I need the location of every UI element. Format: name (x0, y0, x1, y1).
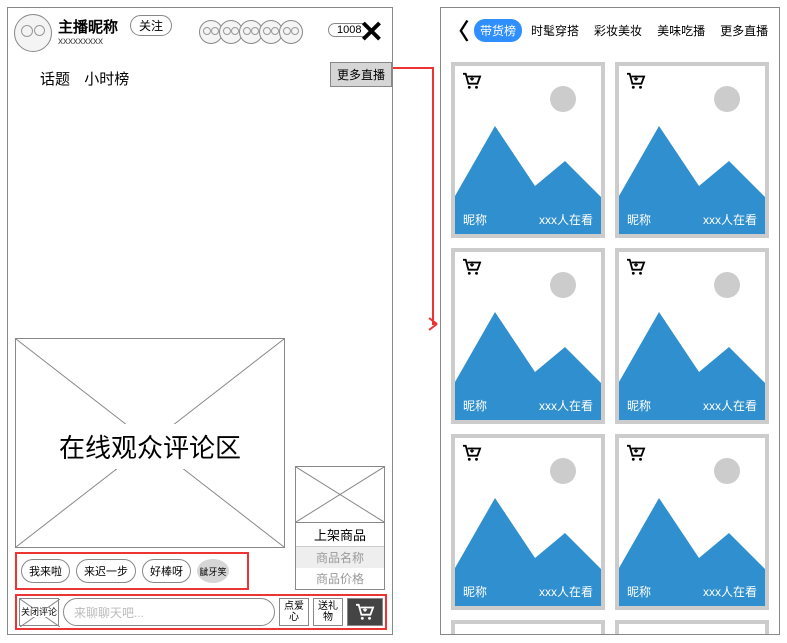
cart-button[interactable] (347, 598, 383, 626)
stream-card-grid: 昵称 xxx人在看 昵称 xxx人在看 昵称 xxx人在看 昵称 xxx人在看 昵称 xx… (441, 52, 779, 635)
topics-row: 话题 小时榜 (40, 68, 139, 89)
tab-sales-rank[interactable]: 带货榜 (474, 19, 522, 42)
tab-beauty[interactable]: 彩妆美妆 (588, 19, 648, 42)
host-name: 主播昵称 (58, 16, 118, 37)
stream-card[interactable]: 昵称 xxx人在看 (451, 62, 605, 238)
stream-nickname: 昵称 (463, 211, 487, 228)
more-live-button[interactable]: 更多直播 (330, 62, 392, 87)
stream-card[interactable]: 昵称 xxx人在看 (615, 248, 769, 424)
stream-viewers: xxx人在看 (539, 211, 593, 228)
stream-viewers: xxx人在看 (539, 397, 593, 414)
more-live-screen: 〈 带货榜 时髦穿搭 彩妆美妆 美味吃播 更多直播 昵称 xxx人在看 昵称 xxx… (440, 7, 780, 635)
gift-button[interactable]: 送礼物 (313, 598, 343, 626)
tab-more[interactable]: 更多直播 (714, 19, 774, 42)
close-comment-button[interactable]: 关闭评论 (19, 598, 59, 626)
host-avatar[interactable] (14, 14, 52, 52)
stream-card[interactable] (615, 620, 769, 635)
category-tabs: 〈 带货榜 时髦穿搭 彩妆美妆 美味吃播 更多直播 (441, 8, 779, 52)
stream-viewers: xxx人在看 (703, 211, 757, 228)
stream-card[interactable] (451, 620, 605, 635)
quick-reply-chip[interactable]: 好棒呀 (142, 559, 191, 583)
stream-viewers: xxx人在看 (539, 583, 593, 600)
stream-nickname: 昵称 (627, 397, 651, 414)
stream-nickname: 昵称 (627, 583, 651, 600)
chat-placeholder: 来聊聊天吧... (74, 604, 144, 621)
heart-button[interactable]: 点爱心 (279, 598, 309, 626)
flow-arrow (393, 64, 443, 334)
product-name: 商品名称 (296, 546, 384, 568)
bottom-bar: 关闭评论 来聊聊天吧... 点爱心 送礼物 (15, 594, 387, 630)
product-price: 商品价格 (296, 568, 384, 589)
topic-link[interactable]: 话题 (40, 71, 70, 88)
quick-reply-chips: 我来啦 来迟一步 好棒呀 龇牙笑 (15, 552, 249, 590)
back-icon[interactable]: 〈 (447, 14, 469, 46)
stream-card[interactable]: 昵称 xxx人在看 (451, 248, 605, 424)
stream-nickname: 昵称 (463, 583, 487, 600)
product-image-placeholder (296, 467, 384, 522)
quick-reply-chip[interactable]: 我来啦 (21, 559, 70, 583)
viewer-avatar[interactable] (279, 20, 303, 44)
stream-card[interactable]: 昵称 xxx人在看 (615, 434, 769, 610)
comments-area: 在线观众评论区 (15, 338, 285, 548)
stream-card[interactable]: 昵称 xxx人在看 (615, 62, 769, 238)
quick-reply-emoji[interactable]: 龇牙笑 (197, 559, 229, 583)
tab-food[interactable]: 美味吃播 (651, 19, 711, 42)
quick-reply-chip[interactable]: 来迟一步 (76, 559, 136, 583)
chat-input[interactable]: 来聊聊天吧... (63, 598, 275, 626)
viewer-avatars[interactable] (203, 20, 303, 44)
tab-fashion[interactable]: 时髦穿搭 (525, 19, 585, 42)
hour-rank-link[interactable]: 小时榜 (84, 71, 129, 88)
stream-viewers: xxx人在看 (703, 583, 757, 600)
follow-button[interactable]: 关注 (130, 15, 172, 36)
stream-header: 主播昵称 xxxxxxxxx 关注 1008 ✕ (8, 8, 392, 62)
stream-card[interactable]: 昵称 xxx人在看 (451, 434, 605, 610)
live-stream-screen: 主播昵称 xxxxxxxxx 关注 1008 ✕ 话题 小时榜 更多直播 在线观… (7, 7, 393, 635)
stream-nickname: 昵称 (627, 211, 651, 228)
host-subtitle: xxxxxxxxx (58, 36, 103, 47)
comments-area-label: 在线观众评论区 (16, 424, 284, 469)
stream-nickname: 昵称 (463, 397, 487, 414)
close-icon[interactable]: ✕ (359, 18, 384, 48)
stream-viewers: xxx人在看 (703, 397, 757, 414)
product-label: 上架商品 (296, 522, 384, 546)
product-card[interactable]: 上架商品 商品名称 商品价格 (295, 466, 385, 590)
